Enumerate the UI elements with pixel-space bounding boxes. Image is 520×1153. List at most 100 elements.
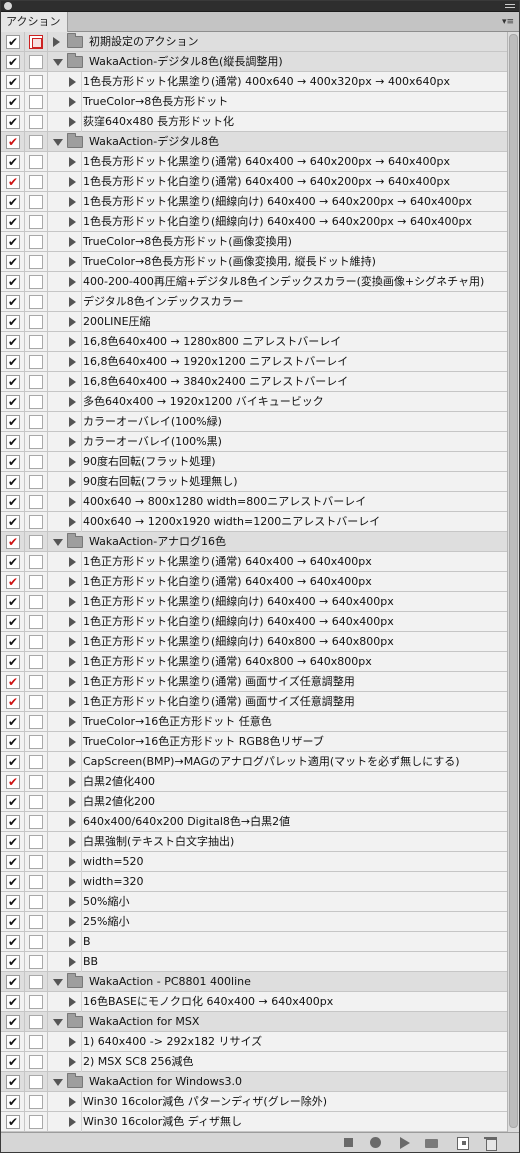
collapsed-arrow-icon[interactable]: [69, 277, 76, 287]
toggle-dialog-icon[interactable]: [29, 55, 43, 69]
toggle-dialog-icon[interactable]: [29, 415, 43, 429]
toggle-item-checkbox[interactable]: ✔: [6, 115, 20, 129]
toggle-dialog-icon[interactable]: [29, 195, 43, 209]
action-row[interactable]: ✔ 1色正方形ドット化白塗り(通常) 640x400 → 640x400px: [1, 572, 507, 592]
collapsed-arrow-icon[interactable]: [69, 77, 76, 87]
action-row[interactable]: ✔ 1色長方形ドット化黒塗り(細線向け) 640x400 → 640x200px …: [1, 192, 507, 212]
toggle-item-checkbox[interactable]: ✔: [6, 335, 20, 349]
collapsed-arrow-icon[interactable]: [69, 1037, 76, 1047]
toggle-dialog-icon[interactable]: [29, 675, 43, 689]
collapsed-arrow-icon[interactable]: [69, 377, 76, 387]
toggle-item-checkbox[interactable]: ✔: [6, 315, 20, 329]
toggle-dialog-icon[interactable]: [29, 715, 43, 729]
expanded-arrow-icon[interactable]: [53, 59, 63, 66]
toggle-dialog-icon[interactable]: [29, 795, 43, 809]
play-icon[interactable]: [398, 1136, 412, 1150]
toggle-dialog-icon[interactable]: [29, 395, 43, 409]
toggle-dialog-icon[interactable]: [29, 575, 43, 589]
collapsed-arrow-icon[interactable]: [69, 997, 76, 1007]
toggle-dialog-icon[interactable]: [29, 215, 43, 229]
collapsed-arrow-icon[interactable]: [69, 857, 76, 867]
toggle-item-checkbox[interactable]: ✔: [6, 395, 20, 409]
action-set-row[interactable]: ✔ WakaAction for MSX: [1, 1012, 507, 1032]
close-icon[interactable]: [4, 2, 12, 10]
action-row[interactable]: ✔ TrueColor→16色正方形ドット 任意色: [1, 712, 507, 732]
action-row[interactable]: ✔ 200LINE圧縮: [1, 312, 507, 332]
action-row[interactable]: ✔ 1色長方形ドット化黒塗り(通常) 400x640 → 400x320px → …: [1, 72, 507, 92]
toggle-dialog-icon[interactable]: [29, 95, 43, 109]
toggle-item-checkbox[interactable]: ✔: [6, 755, 20, 769]
toggle-item-checkbox[interactable]: ✔: [6, 375, 20, 389]
action-row[interactable]: ✔ width=520: [1, 852, 507, 872]
toggle-item-checkbox[interactable]: ✔: [6, 435, 20, 449]
toggle-item-checkbox[interactable]: ✔: [6, 595, 20, 609]
toggle-item-checkbox[interactable]: ✔: [6, 95, 20, 109]
toggle-item-checkbox[interactable]: ✔: [6, 1075, 20, 1089]
toggle-item-checkbox[interactable]: ✔: [6, 895, 20, 909]
toggle-dialog-icon[interactable]: [29, 435, 43, 449]
toggle-dialog-icon[interactable]: [29, 815, 43, 829]
toggle-dialog-icon[interactable]: [29, 1055, 43, 1069]
toggle-item-checkbox[interactable]: ✔: [6, 1015, 20, 1029]
collapsed-arrow-icon[interactable]: [69, 97, 76, 107]
toggle-item-checkbox[interactable]: ✔: [6, 715, 20, 729]
collapse-icon[interactable]: [505, 4, 515, 8]
collapsed-arrow-icon[interactable]: [69, 837, 76, 847]
toggle-dialog-icon[interactable]: [29, 175, 43, 189]
toggle-item-checkbox[interactable]: ✔: [6, 475, 20, 489]
toggle-dialog-icon[interactable]: [29, 615, 43, 629]
collapsed-arrow-icon[interactable]: [69, 117, 76, 127]
toggle-dialog-icon[interactable]: [29, 495, 43, 509]
toggle-item-checkbox[interactable]: ✔: [6, 195, 20, 209]
toggle-dialog-icon[interactable]: [29, 375, 43, 389]
toggle-dialog-icon[interactable]: [29, 1095, 43, 1109]
collapsed-arrow-icon[interactable]: [69, 157, 76, 167]
action-row[interactable]: ✔ 16色BASEにモノクロ化 640x400 → 640x400px: [1, 992, 507, 1012]
toggle-dialog-icon[interactable]: [29, 35, 43, 49]
action-row[interactable]: ✔ 1色正方形ドット化白塗り(通常) 画面サイズ任意調整用: [1, 692, 507, 712]
action-set-row[interactable]: ✔ WakaAction-デジタル8色: [1, 132, 507, 152]
action-row[interactable]: ✔ 白黒強制(テキスト白文字抽出): [1, 832, 507, 852]
collapsed-arrow-icon[interactable]: [69, 237, 76, 247]
action-row[interactable]: ✔ カラーオーバレイ(100%黒): [1, 432, 507, 452]
collapsed-arrow-icon[interactable]: [69, 297, 76, 307]
expanded-arrow-icon[interactable]: [53, 539, 63, 546]
action-row[interactable]: ✔ 多色640x400 → 1920x1200 バイキュービック: [1, 392, 507, 412]
toggle-dialog-icon[interactable]: [29, 975, 43, 989]
toggle-item-checkbox[interactable]: ✔: [6, 975, 20, 989]
toggle-item-checkbox[interactable]: ✔: [6, 735, 20, 749]
action-row[interactable]: ✔ TrueColor→8色長方形ドット(画像変換用): [1, 232, 507, 252]
action-row[interactable]: ✔ 1色正方形ドット化黒塗り(細線向け) 640x800 → 640x800px: [1, 632, 507, 652]
toggle-item-checkbox[interactable]: ✔: [6, 655, 20, 669]
toggle-dialog-icon[interactable]: [29, 835, 43, 849]
toggle-item-checkbox[interactable]: ✔: [6, 615, 20, 629]
expanded-arrow-icon[interactable]: [53, 979, 63, 986]
toggle-item-checkbox[interactable]: ✔: [6, 295, 20, 309]
toggle-item-checkbox[interactable]: ✔: [6, 935, 20, 949]
panel-menu-icon[interactable]: ▾≡: [501, 16, 515, 28]
toggle-dialog-icon[interactable]: [29, 695, 43, 709]
collapsed-arrow-icon[interactable]: [69, 577, 76, 587]
action-row[interactable]: ✔ 1色長方形ドット化白塗り(細線向け) 640x400 → 640x200px …: [1, 212, 507, 232]
action-row[interactable]: ✔ 1色正方形ドット化黒塗り(通常) 画面サイズ任意調整用: [1, 672, 507, 692]
expanded-arrow-icon[interactable]: [53, 139, 63, 146]
toggle-item-checkbox[interactable]: ✔: [6, 355, 20, 369]
collapsed-arrow-icon[interactable]: [69, 177, 76, 187]
toggle-item-checkbox[interactable]: ✔: [6, 815, 20, 829]
collapsed-arrow-icon[interactable]: [69, 457, 76, 467]
toggle-dialog-icon[interactable]: [29, 955, 43, 969]
collapsed-arrow-icon[interactable]: [69, 717, 76, 727]
toggle-item-checkbox[interactable]: ✔: [6, 875, 20, 889]
toggle-dialog-icon[interactable]: [29, 515, 43, 529]
toggle-dialog-icon[interactable]: [29, 1115, 43, 1129]
collapsed-arrow-icon[interactable]: [69, 917, 76, 927]
new-action-icon[interactable]: [456, 1136, 470, 1150]
action-row[interactable]: ✔ 1色正方形ドット化黒塗り(通常) 640x400 → 640x400px: [1, 552, 507, 572]
toggle-item-checkbox[interactable]: ✔: [6, 495, 20, 509]
collapsed-arrow-icon[interactable]: [69, 357, 76, 367]
collapsed-arrow-icon[interactable]: [53, 37, 60, 47]
toggle-dialog-icon[interactable]: [29, 855, 43, 869]
action-row[interactable]: ✔ 25%縮小: [1, 912, 507, 932]
toggle-dialog-icon[interactable]: [29, 635, 43, 649]
toggle-item-checkbox[interactable]: ✔: [6, 835, 20, 849]
